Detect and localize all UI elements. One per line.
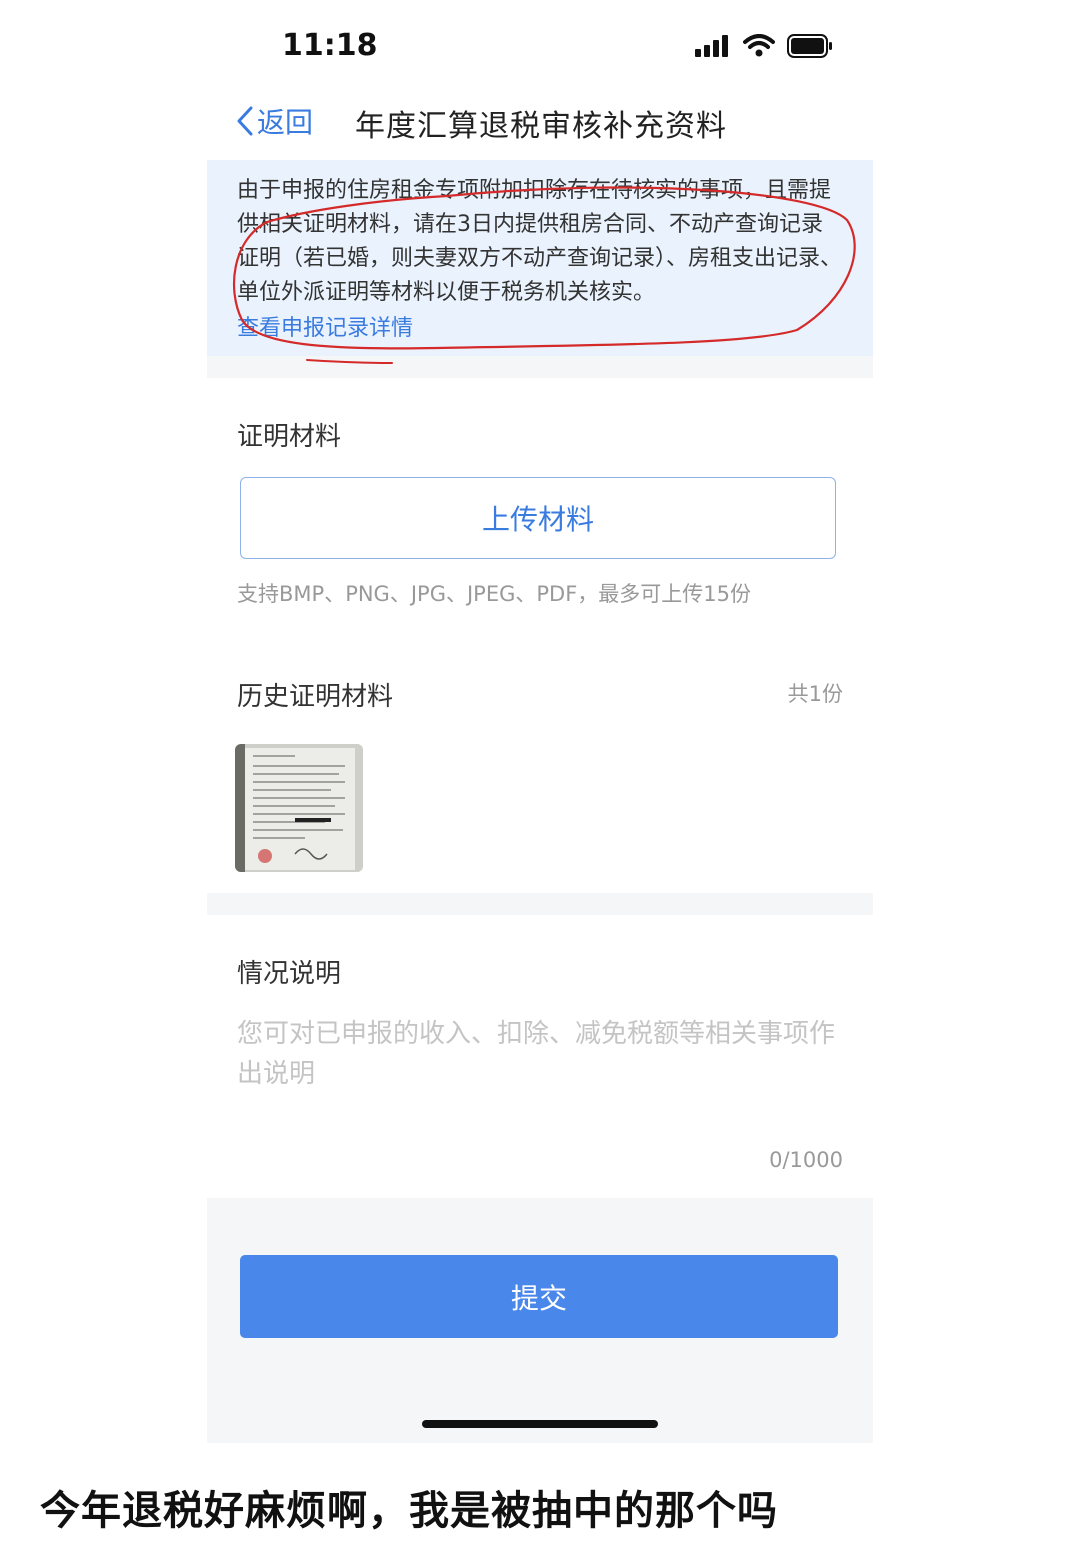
notice-text: 由于申报的住房租金专项附加扣除存在待核实的事项，且需提供相关证明材料，请在3日内…	[237, 178, 843, 305]
footer-area: 提交	[207, 1198, 873, 1443]
page-title: 年度汇算退税审核补充资料	[355, 109, 727, 144]
chevron-left-icon	[237, 106, 253, 136]
document-photo-icon	[235, 744, 363, 872]
section-divider	[207, 356, 873, 378]
upload-button[interactable]: 上传材料	[240, 477, 836, 559]
explanation-textarea[interactable]: 您可对已申报的收入、扣除、减免税额等相关事项作出说明	[237, 1014, 847, 1094]
notice-banner: 由于申报的住房租金专项附加扣除存在待核实的事项，且需提供相关证明材料，请在3日内…	[207, 160, 873, 356]
section-divider	[207, 893, 873, 915]
post-caption: 今年退税好麻烦啊，我是被抽中的那个吗	[40, 1488, 778, 1534]
phone-screen: 11:18 返回 年度汇算退税审核补充资料 由于申报的住房租金专项附加扣除存在待…	[207, 0, 873, 1443]
nav-bar: 返回 年度汇算退税审核补充资料	[207, 95, 873, 157]
proof-section-title: 证明材料	[237, 422, 342, 452]
submit-button[interactable]: 提交	[240, 1255, 838, 1338]
home-indicator	[422, 1420, 658, 1428]
status-bar: 11:18	[207, 0, 873, 95]
status-icons	[695, 34, 833, 58]
wifi-icon	[743, 34, 775, 57]
view-declaration-link[interactable]: 查看申报记录详情	[237, 310, 413, 342]
back-label: 返回	[257, 106, 314, 139]
back-button[interactable]: 返回	[235, 101, 313, 141]
char-counter: 0/1000	[769, 1148, 843, 1172]
history-document-thumbnail[interactable]	[235, 744, 363, 872]
explanation-section-title: 情况说明	[237, 959, 342, 989]
history-section-title: 历史证明材料	[237, 682, 394, 712]
signal-icon	[695, 35, 728, 57]
upload-hint: 支持BMP、PNG、JPG、JPEG、PDF，最多可上传15份	[237, 582, 751, 606]
history-count: 共1份	[787, 682, 843, 706]
status-time: 11:18	[282, 28, 378, 63]
battery-icon	[787, 34, 832, 58]
